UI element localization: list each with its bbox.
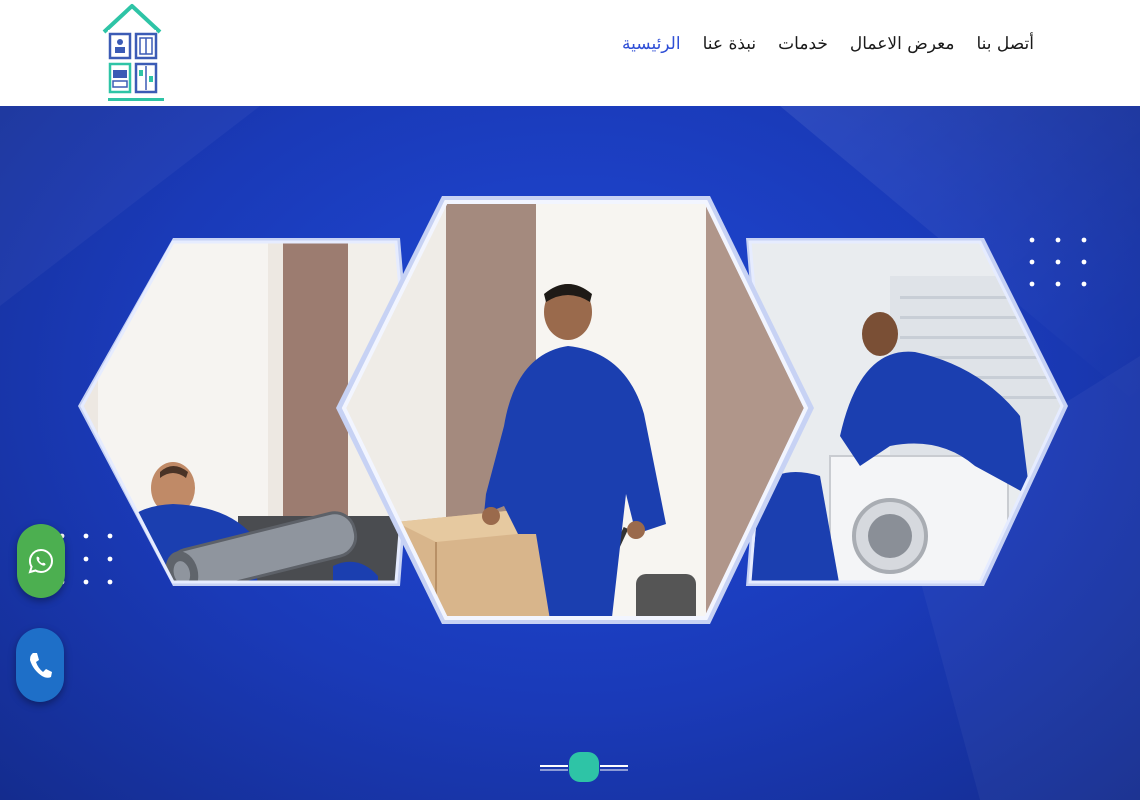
call-button[interactable] [16, 628, 64, 702]
decorative-dots-right [1029, 237, 1087, 287]
slide-center-hexagon[interactable] [336, 194, 814, 626]
site-header: الرئيسية نبذة عنا خدمات معرض الاعمال أتص… [0, 0, 1140, 106]
decorative-dots-left [59, 533, 113, 585]
phone-icon [30, 653, 52, 678]
whatsapp-button[interactable] [17, 524, 65, 598]
nav-item-home[interactable]: الرئيسية [622, 34, 681, 54]
hero-banner [0, 106, 1140, 800]
slider-indicator[interactable] [540, 752, 628, 782]
whatsapp-icon [28, 548, 53, 574]
logo[interactable] [100, 2, 164, 102]
nav-item-about[interactable]: نبذة عنا [703, 34, 757, 54]
nav-item-services[interactable]: خدمات [778, 34, 828, 54]
nav-item-portfolio[interactable]: معرض الاعمال [850, 34, 955, 54]
main-nav: الرئيسية نبذة عنا خدمات معرض الاعمال أتص… [622, 34, 1034, 54]
nav-item-contact[interactable]: أتصل بنا [976, 34, 1034, 54]
